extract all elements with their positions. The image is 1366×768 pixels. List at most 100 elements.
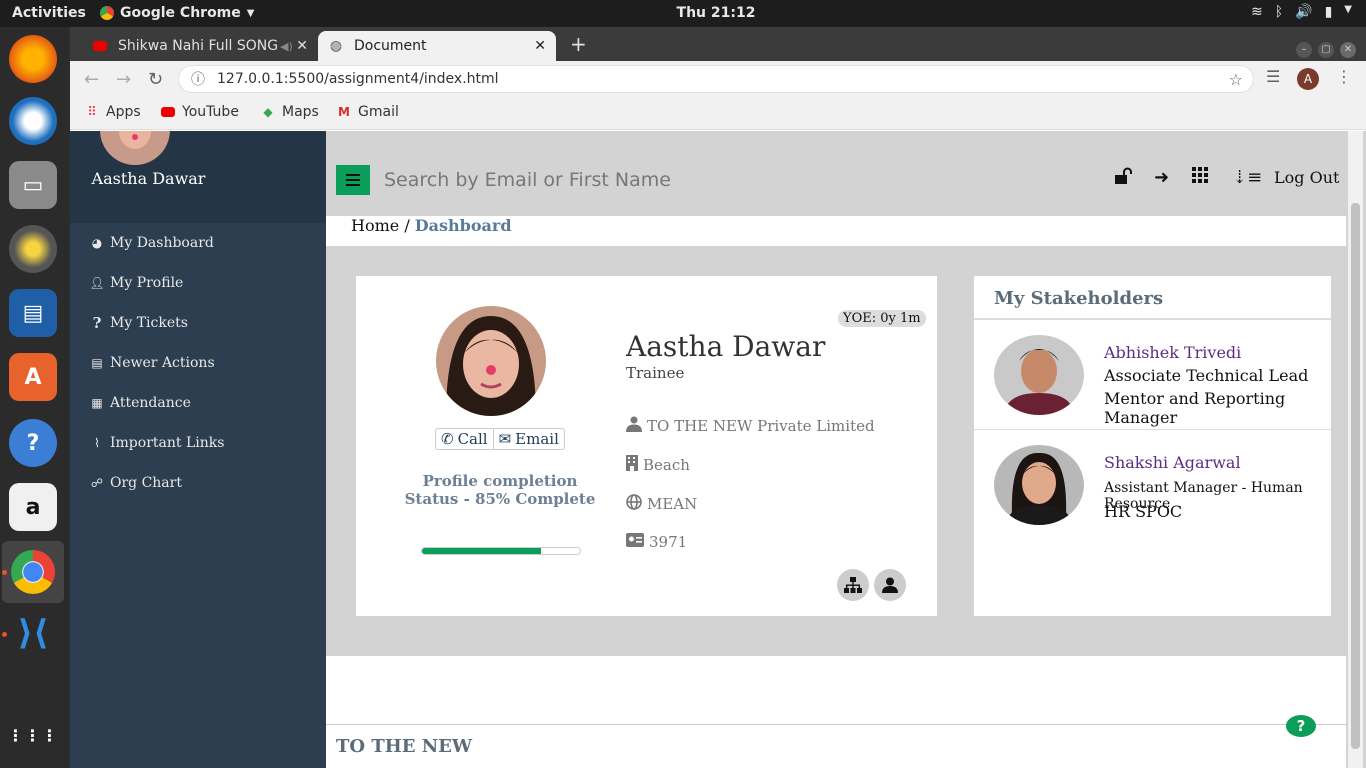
employee-id-text: 3971 — [649, 533, 688, 551]
sidebar-item-label: Newer Actions — [110, 355, 215, 371]
tab-youtube[interactable]: Shikwa Nahi Full SONG ◀) ✕ — [82, 31, 318, 61]
team-row: MEAN — [626, 494, 697, 514]
breadcrumb: Home / Dashboard — [326, 216, 1346, 246]
amazon-icon[interactable]: a — [9, 483, 57, 531]
close-window-icon[interactable]: ✕ — [1340, 42, 1356, 58]
tab-document[interactable]: ◍ Document ✕ — [318, 31, 556, 61]
call-button[interactable]: ✆ Call — [436, 429, 493, 449]
bookmark-apps[interactable]: ⠿ Apps — [84, 104, 141, 120]
media-queue-icon[interactable]: ☰ — [1266, 67, 1280, 86]
avatar — [436, 306, 546, 416]
stakeholder-name[interactable]: Abhishek Trivedi — [1104, 343, 1241, 362]
profile-progress-bar — [421, 547, 581, 555]
sidebar-item-attendance[interactable]: ▦ Attendance — [90, 395, 191, 411]
page-header: ➜ ⇣≡ Log Out — [326, 131, 1346, 216]
firefox-icon[interactable] — [9, 35, 57, 83]
bookmark-maps[interactable]: ◆ Maps — [260, 104, 318, 120]
profile-avatar[interactable]: A — [1297, 68, 1319, 90]
avatar — [994, 335, 1084, 415]
system-top-bar: Activities Google Chrome ▼ Thu 21:12 ≋ ᛒ… — [0, 0, 1366, 27]
question-icon: ? — [92, 314, 102, 332]
scrollbar-thumb[interactable] — [1351, 203, 1360, 749]
breadcrumb-current: Dashboard — [414, 216, 512, 235]
vscode-icon[interactable]: ⟩⟨ — [9, 609, 57, 657]
tab-label: Document — [354, 38, 427, 54]
sidebar-item-label: Attendance — [110, 395, 191, 411]
bookmark-label: Apps — [106, 104, 141, 120]
user-tie-icon — [626, 416, 642, 436]
email-label: Email — [515, 430, 559, 448]
chrome-dock-item[interactable] — [2, 541, 64, 603]
user-icon: 👤︎ — [89, 276, 105, 290]
software-icon[interactable]: A — [9, 353, 57, 401]
email-button[interactable]: ✉ Email — [492, 429, 564, 449]
call-label: Call — [457, 430, 488, 448]
files-icon[interactable]: ▭ — [9, 161, 57, 209]
user-icon — [882, 577, 898, 593]
company-text: TO THE NEW Private Limited — [647, 417, 875, 435]
maximize-icon[interactable]: ▢ — [1318, 42, 1334, 58]
bookmark-label: YouTube — [182, 104, 239, 120]
sidebar-item-newer-actions[interactable]: ▤ Newer Actions — [90, 355, 215, 371]
clock[interactable]: Thu 21:12 — [0, 5, 1366, 21]
address-bar[interactable]: ⓘ 127.0.0.1:5500/assignment4/index.html … — [178, 65, 1254, 93]
writer-icon[interactable]: ▤ — [9, 289, 57, 337]
help-icon[interactable]: ? — [9, 419, 57, 467]
id-card-icon: ▤ — [91, 356, 103, 370]
org-chart-button[interactable] — [837, 569, 869, 601]
close-icon[interactable]: ✕ — [534, 38, 546, 54]
sidebar-item-org-chart[interactable]: ☍ Org Chart — [90, 475, 182, 491]
breadcrumb-separator: / — [399, 216, 415, 235]
contact-buttons: ✆ Call ✉ Email — [435, 428, 565, 450]
profile-completion-text: Profile completion Status - 85% Complete — [396, 472, 604, 508]
profile-card: ✆ Call ✉ Email Profile completion Status… — [356, 276, 937, 616]
speaker-icon: ◀) — [280, 39, 293, 53]
team-text: MEAN — [647, 495, 698, 513]
sort-icon[interactable]: ⇣≡ — [1232, 167, 1262, 188]
system-tray[interactable]: ≋ ᛒ 🔊 ▮ ▼ — [1251, 4, 1352, 20]
star-icon[interactable]: ☆ — [1229, 70, 1243, 89]
divider — [974, 318, 1331, 320]
sidebar-item-tickets[interactable]: ? My Tickets — [90, 314, 188, 332]
back-icon[interactable]: ← — [84, 69, 99, 90]
kebab-menu-icon[interactable]: ⋮ — [1336, 67, 1352, 86]
logout-button[interactable]: Log Out — [1274, 168, 1339, 187]
info-icon[interactable]: ⓘ — [191, 69, 205, 89]
unlock-icon[interactable] — [1114, 167, 1132, 190]
maps-pin-icon: ◆ — [263, 105, 273, 119]
close-icon[interactable]: ✕ — [296, 38, 308, 54]
bookmark-youtube[interactable]: YouTube — [160, 104, 239, 120]
scrollbar[interactable] — [1348, 131, 1363, 768]
help-button[interactable]: ? — [1286, 715, 1316, 737]
forward-icon[interactable]: → — [116, 69, 131, 90]
breadcrumb-home[interactable]: Home — [351, 216, 399, 235]
reload-icon[interactable]: ↻ — [148, 69, 163, 90]
sitemap-icon — [844, 577, 862, 593]
yoe-badge: YOE: 0y 1m — [838, 310, 926, 327]
thunderbird-icon[interactable] — [9, 97, 57, 145]
menu-toggle-button[interactable] — [336, 165, 370, 195]
bookmark-gmail[interactable]: M Gmail — [336, 104, 399, 120]
grid-icon[interactable] — [1192, 167, 1208, 188]
id-card-icon — [626, 533, 644, 551]
tab-strip: Shikwa Nahi Full SONG ◀) ✕ ◍ Document ✕ … — [70, 27, 1366, 61]
minimize-icon[interactable]: – — [1296, 42, 1312, 58]
new-tab-button[interactable]: + — [570, 32, 587, 56]
sidebar-item-label: My Tickets — [110, 315, 188, 331]
rhythmbox-icon[interactable] — [9, 225, 57, 273]
sidebar-item-dashboard[interactable]: ◕ My Dashboard — [90, 235, 214, 251]
chrome-icon — [11, 550, 55, 594]
show-apps-icon[interactable]: ⋮⋮⋮ — [8, 711, 58, 759]
arrow-right-icon[interactable]: ➜ — [1154, 167, 1169, 188]
stakeholder-name[interactable]: Shakshi Agarwal — [1104, 453, 1241, 472]
sidebar-item-label: My Profile — [110, 275, 184, 291]
profile-view-button[interactable] — [874, 569, 906, 601]
globe-icon: ◍ — [329, 38, 343, 54]
profile-role: Trainee — [626, 364, 685, 382]
stakeholder-title: Associate Technical Lead — [1104, 366, 1309, 385]
sidebar-item-important-links[interactable]: ⌇ Important Links — [90, 435, 224, 451]
stakeholders-title: My Stakeholders — [994, 288, 1164, 309]
sidebar-item-profile[interactable]: 👤︎ My Profile — [89, 275, 184, 291]
search-input[interactable] — [374, 165, 874, 195]
paperclip-icon: ⌇ — [94, 436, 100, 450]
